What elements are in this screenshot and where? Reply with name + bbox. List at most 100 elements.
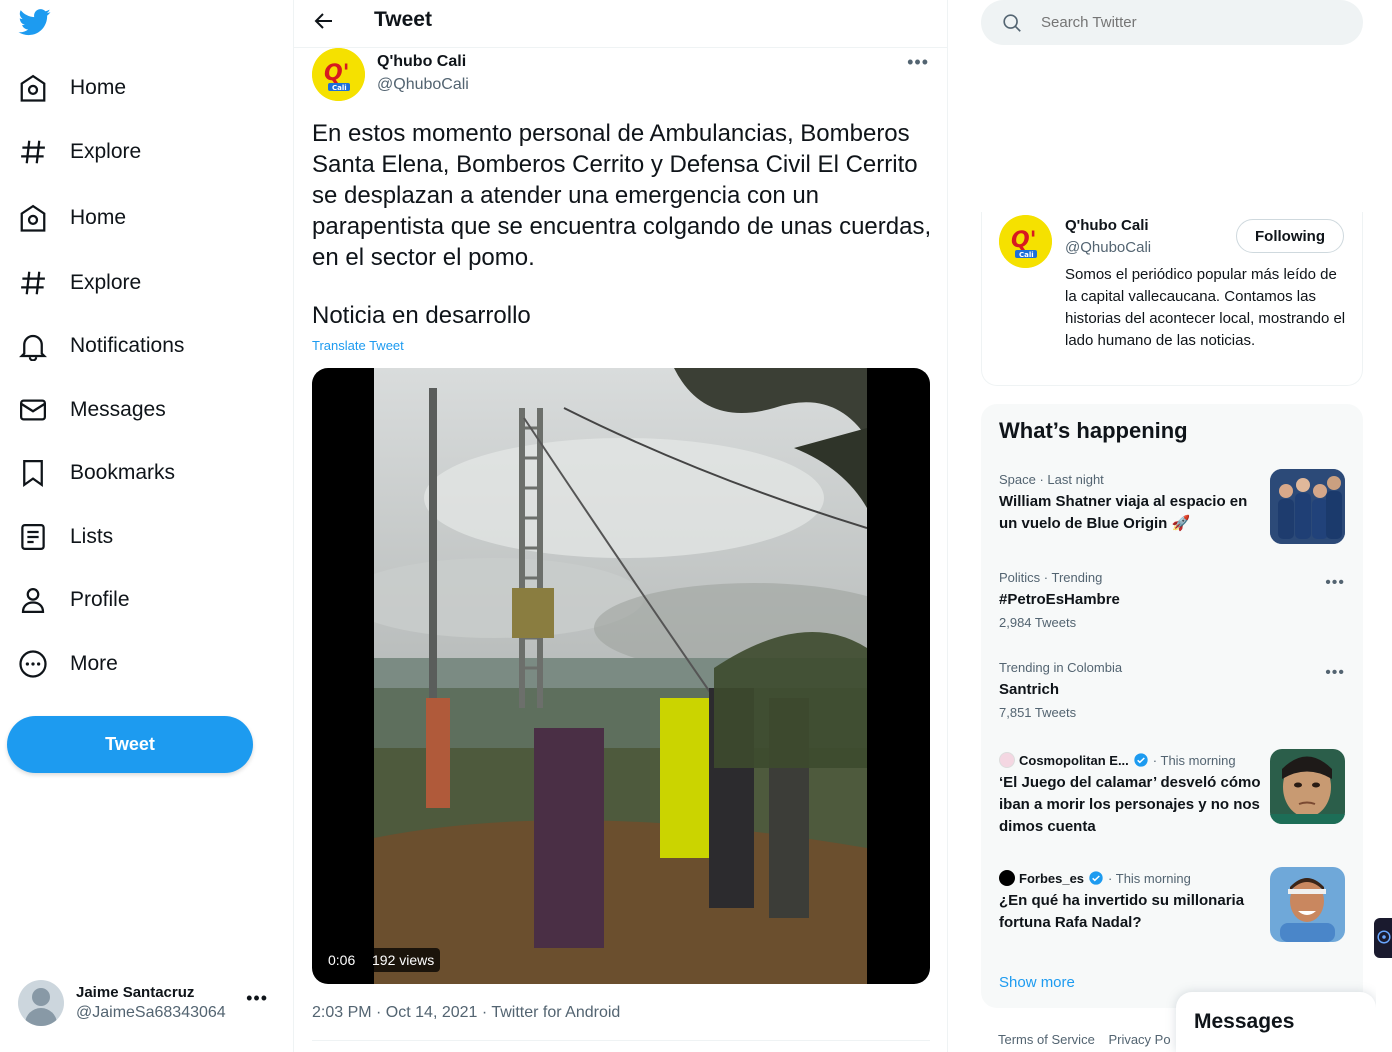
profile-bio: Somos el periódico popular más leído de … xyxy=(1065,266,1346,349)
section-title: What’s happening xyxy=(999,418,1188,443)
page-header: Tweet xyxy=(294,0,947,48)
translate-tweet-link[interactable]: Translate Tweet xyxy=(312,338,404,353)
trend-title: #PetroEsHambre xyxy=(999,591,1120,608)
trend-thumbnail xyxy=(1270,749,1345,824)
left-sidebar: Home Explore Home Explore Notifications … xyxy=(0,0,293,1052)
trend-item[interactable]: Politics · Trending #PetroEsHambre 2,984… xyxy=(999,570,1349,630)
trend-count: 7,851 Tweets xyxy=(999,705,1077,720)
user-name: Jaime Santacruz xyxy=(76,984,195,1001)
person-icon xyxy=(21,588,45,613)
video-time-badge: 0:06 xyxy=(322,948,362,972)
extension-icon[interactable] xyxy=(1374,918,1392,958)
nav-label: Bookmarks xyxy=(70,461,176,484)
profile-handle[interactable]: @QhuboCali xyxy=(1065,239,1151,256)
search-input[interactable] xyxy=(1041,14,1341,31)
bell-icon xyxy=(19,334,47,361)
footer-link-terms[interactable]: Terms of Service xyxy=(998,1032,1095,1047)
nav-notifications[interactable]: Notifications xyxy=(18,324,184,368)
trend-meta: Trending in Colombia xyxy=(999,660,1123,675)
astronauts-image-icon xyxy=(1270,469,1345,544)
nav-label: Home xyxy=(70,76,127,99)
following-button[interactable]: Following xyxy=(1236,219,1344,253)
search-icon xyxy=(1003,13,1021,32)
show-more-link[interactable]: Show more xyxy=(999,974,1075,991)
nav-label: Profile xyxy=(70,588,130,611)
footer-links: Terms of Service Privacy Po xyxy=(998,1032,1181,1047)
trend-item[interactable]: Trending in Colombia Santrich 7,851 Twee… xyxy=(999,660,1349,720)
video-player[interactable]: 0:06 192 views xyxy=(312,368,930,984)
more-circle-icon xyxy=(19,650,47,678)
hashtag-icon xyxy=(21,271,45,295)
nav-lists[interactable]: Lists xyxy=(18,515,113,559)
nav-label: More xyxy=(70,652,118,675)
avatar-logo-sub: Cali xyxy=(1019,251,1034,259)
profile-avatar[interactable]: Q' Cali xyxy=(999,215,1052,268)
bookmark-icon xyxy=(23,460,43,488)
nav-label: Explore xyxy=(70,140,142,163)
qhubo-logo-icon: Q' Cali xyxy=(999,215,1052,268)
actor-portrait-icon xyxy=(1270,749,1345,824)
envelope-icon xyxy=(20,399,46,421)
user-handle: @JaimeSa68343064 xyxy=(76,1004,226,1021)
source-avatar xyxy=(999,752,1015,768)
nav-explore-duplicate[interactable]: Explore xyxy=(18,261,141,305)
author-avatar[interactable]: Q' Cali xyxy=(312,48,365,101)
source-time: · This morning xyxy=(1108,870,1191,886)
trend-title: ¿En qué ha invertido su millonaria fortu… xyxy=(999,892,1245,931)
messages-drawer[interactable]: Messages xyxy=(1176,992,1376,1052)
qhubo-logo-icon: Q' Cali xyxy=(312,48,365,101)
home-icon xyxy=(20,204,46,232)
nav-label: Lists xyxy=(70,525,114,548)
source-name: Forbes_es xyxy=(1019,870,1085,886)
trend-count: 2,984 Tweets xyxy=(999,615,1077,630)
nav-profile[interactable]: Profile xyxy=(18,578,130,622)
author-handle[interactable]: @QhuboCali xyxy=(377,76,469,94)
footer-link-privacy[interactable]: Privacy Po xyxy=(1108,1032,1170,1047)
source-name: Cosmopolitan E... xyxy=(1019,752,1129,768)
trend-title: William Shatner viaja al espacio en un v… xyxy=(999,493,1248,532)
nav-bookmarks[interactable]: Bookmarks xyxy=(18,451,175,495)
hashtag-icon xyxy=(21,140,45,164)
nav-home-duplicate[interactable]: Home xyxy=(18,196,126,240)
page-title: Tweet xyxy=(374,8,432,31)
trend-thumbnail xyxy=(1270,469,1345,544)
nav-more[interactable]: More xyxy=(18,642,118,686)
video-views-badge: 192 views xyxy=(366,948,441,972)
nav-explore[interactable]: Explore xyxy=(18,130,141,174)
divider xyxy=(312,1040,930,1041)
author-name[interactable]: Q'hubo Cali xyxy=(377,53,466,71)
profile-card: Q' Cali Q'hubo Cali @QhuboCali Following… xyxy=(981,212,1363,386)
account-switcher[interactable]: Jaime Santacruz @JaimeSa68343064 ••• xyxy=(18,978,278,1028)
video-frame xyxy=(374,368,867,984)
more-dots-icon[interactable]: ••• xyxy=(907,52,929,73)
more-dots-icon[interactable]: ••• xyxy=(1325,574,1345,592)
source-avatar xyxy=(999,870,1015,886)
verified-badge-icon xyxy=(1089,871,1103,885)
avatar xyxy=(18,980,64,1026)
nav-label: Home xyxy=(70,206,127,229)
avatar-logo-sub: Cali xyxy=(332,84,347,92)
tweet-text-secondary: Noticia en desarrollo xyxy=(312,302,531,329)
more-dots-icon[interactable]: ••• xyxy=(246,988,268,1009)
tweet-text: En estos momento personal de Ambulancias… xyxy=(312,120,932,271)
right-sidebar: Q' Cali Q'hubo Cali @QhuboCali Following… xyxy=(948,0,1392,1052)
search-box[interactable] xyxy=(981,0,1363,45)
trend-thumbnail xyxy=(1270,867,1345,942)
back-arrow-icon[interactable] xyxy=(312,9,336,33)
nav-label: Explore xyxy=(70,271,142,294)
nav-home[interactable]: Home xyxy=(18,66,126,110)
twitter-logo-icon[interactable] xyxy=(18,6,52,38)
nav-label: Messages xyxy=(70,398,166,421)
messages-drawer-title: Messages xyxy=(1194,1010,1295,1033)
home-icon xyxy=(20,74,46,102)
trend-title: ‘El Juego del calamar’ desveló cómo iban… xyxy=(999,774,1261,835)
nav-messages[interactable]: Messages xyxy=(18,388,166,432)
more-dots-icon[interactable]: ••• xyxy=(1325,664,1345,682)
trend-meta: Politics · Trending xyxy=(999,570,1103,585)
source-time: · This morning xyxy=(1152,752,1236,768)
tweet-button[interactable]: Tweet xyxy=(7,716,253,773)
main-column: Tweet Q' Cali Q'hubo Cali @QhuboCali •••… xyxy=(293,0,948,1052)
profile-name[interactable]: Q'hubo Cali xyxy=(1065,217,1149,234)
tweet-meta: 2:03 PM · Oct 14, 2021 · Twitter for And… xyxy=(312,1004,621,1021)
avatar-logo-text: Q' xyxy=(1011,228,1036,253)
